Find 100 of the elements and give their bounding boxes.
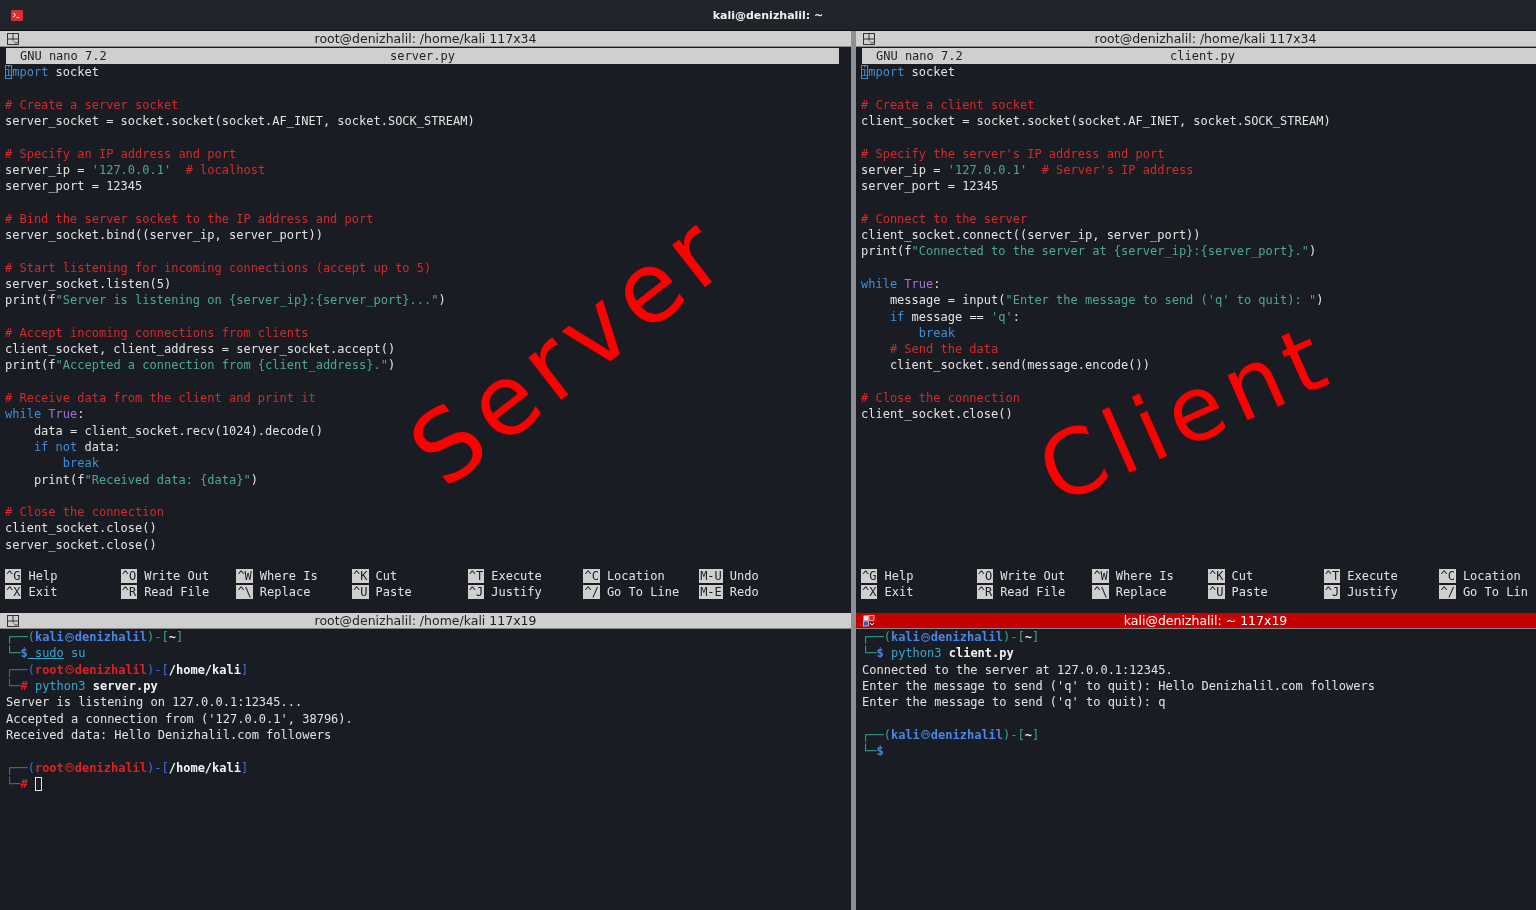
pane-title: root@denizhalil: /home/kali 117x34 [313,31,538,46]
prompt-frame: ┌──( [862,727,891,742]
split-view-icon[interactable] [7,32,19,45]
code-line: client_socket.close() [5,520,158,537]
shortcut-key: ^\ [236,584,253,599]
code-line: client_socket, client_address = server_socket.accept() [5,341,397,358]
shortcut-key: M-U [699,568,723,583]
pane-title: root@denizhalil: /home/kali 117x34 [1093,31,1318,46]
shortcut-key: ^K [352,568,369,583]
shortcut-label: Cut [1231,568,1254,583]
code-line: server_socket.bind((server_ip, server_port)) [5,227,324,244]
prompt-user: $ [876,744,884,759]
prompt-frame: ] [176,630,184,645]
prompt-frame: └─ [6,646,21,661]
shortcut-key: ^O [120,568,138,583]
shortcut-key: ^R [976,584,994,599]
prompt-user: kali [890,630,920,645]
prompt-user: root [34,760,64,775]
shortcut-label: Execute [1347,568,1398,583]
code-line: # Specify the server's IP address and port [861,145,1166,162]
shortcut-label: Read File [144,584,210,599]
prompt-frame: ┌──( [6,760,35,775]
circled-symbol-icon [920,632,930,642]
prompt-frame: )-[ [147,630,169,645]
shortcut-label: Execute [491,568,542,583]
command-text: python3 [889,646,942,661]
prompt-path: ~ [1024,727,1032,742]
prompt-frame: ] [241,662,249,677]
shortcut-label: Undo [729,568,759,583]
shortcut-label: Go To Lin [1462,584,1528,599]
code-line: server_socket = socket.socket(socket.AF_INET, socket.SOCK_STREAM) [5,113,476,130]
shortcut-label: Help [28,568,58,583]
prompt-frame: )-[ [147,760,169,775]
prompt-user: denizhalil [74,630,148,645]
output-line: Received data: Hello Denizhalil.com followers [6,726,333,744]
code-line: message = input("Enter the message to send ('q' to quit): ") [888,292,1325,309]
prompt-frame: ] [241,760,249,775]
prompt-frame: )-[ [147,662,169,677]
code-line: import socket [861,64,956,81]
shortcut-key: ^T [1323,568,1341,583]
code-line: server_ip = '127.0.0.1' # Server's IP address [861,161,1195,179]
shortcut-key: ^U [352,584,369,599]
shortcut-label: Justify [491,584,542,599]
prompt-path: ~ [1024,630,1032,645]
shortcut-key: ^K [1208,568,1225,583]
shortcut-label: Justify [1347,584,1398,599]
shortcut-label: Cut [375,568,398,583]
prompt-user: kali [890,727,920,742]
file-name: client.py [1170,49,1236,63]
shortcut-label: Replace [1115,584,1167,599]
shortcut-key: ^G [861,568,878,583]
nano-version: GNU nano 7.2 [20,49,107,63]
shortcut-label: Where Is [1115,568,1174,583]
code-line: data = client_socket.recv(1024).decode() [32,422,324,439]
code-line: if message == 'q': [888,308,1021,325]
code-line: server_ip = '127.0.0.1' # localhost [5,161,267,179]
shortcut-label: Paste [1231,584,1268,599]
prompt-path: ~ [168,630,176,645]
prompt-user: root [34,662,64,677]
shortcut-key: ^/ [583,584,600,599]
prompt-frame: ┌──( [6,662,35,677]
code-line: # Bind the server socket to the IP address and port [5,210,375,227]
code-line: # Create a client socket [861,96,1036,113]
circled-symbol-icon [64,632,74,642]
split-view-icon[interactable] [863,32,875,45]
prompt-user: $ [876,646,884,661]
code-line: import socket [5,64,100,81]
shortcut-label: Write Out [144,568,210,583]
shortcut-label: Read File [1000,584,1066,599]
split-view-icon[interactable] [7,614,19,627]
pane-title: root@denizhalil: /home/kali 117x19 [313,613,538,628]
code-line: # Create a server socket [5,96,180,113]
code-line: while True: [861,276,942,293]
shortcut-key: ^O [976,568,994,583]
terminal-app-icon[interactable] [11,9,23,21]
split-view-icon[interactable] [863,614,875,627]
output-line: Server is listening on 127.0.0.1:12345... [6,694,304,711]
circled-symbol-icon [64,763,74,772]
prompt-user: denizhalil [930,630,1004,645]
code-line: # Connect to the server [861,210,1029,227]
shortcut-key: ^T [467,568,485,583]
shortcut-key: ^U [1208,584,1225,599]
shortcut-key: M-E [699,584,723,599]
prompt-frame: └─ [862,646,877,661]
output-line: Enter the message to send ('q' to quit): q [862,694,1167,711]
shortcut-label: Location [1462,568,1521,583]
shortcut-key: ^G [5,568,22,583]
shortcut-label: Exit [28,584,58,599]
shortcut-label: Exit [884,584,914,599]
code-line: server_port = 12345 [5,178,144,195]
shortcut-key: ^/ [1439,584,1456,599]
nano-version: GNU nano 7.2 [876,49,963,63]
prompt-path: client.py [947,646,1014,661]
shortcut-key: ^C [583,568,600,583]
code-line: break [917,324,956,342]
command-text: sudo [33,646,64,661]
shortcut-key: ^C [1439,568,1456,583]
prompt-frame: └─ [6,679,21,694]
prompt-frame: ┌──( [6,630,35,645]
prompt-frame: └─ [862,744,877,759]
